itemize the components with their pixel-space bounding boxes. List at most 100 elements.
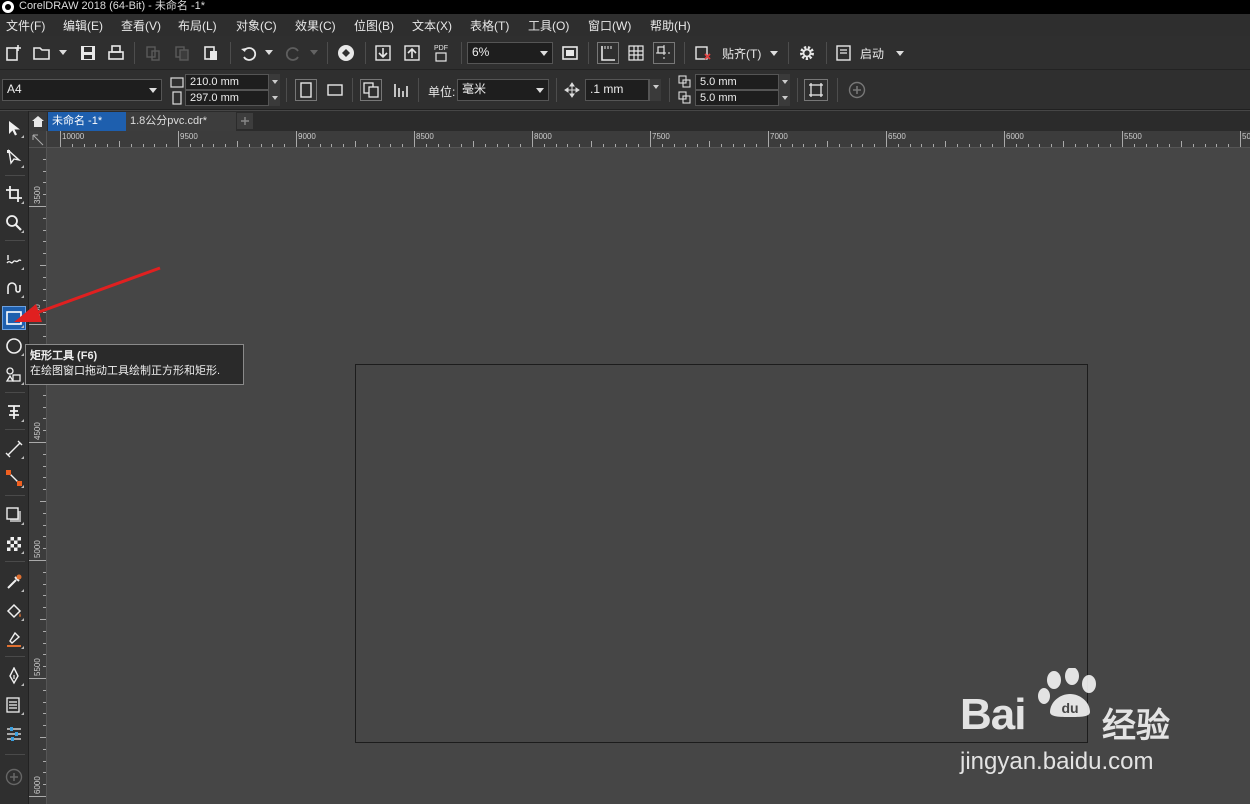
- portrait-button[interactable]: [295, 79, 317, 101]
- search-content-button[interactable]: [336, 43, 356, 63]
- cut-button[interactable]: [143, 43, 163, 63]
- adjustments-button[interactable]: [3, 723, 25, 745]
- outline-pen-tool-button[interactable]: [3, 665, 25, 687]
- redo-dropdown-chevron-down-icon[interactable]: [310, 50, 318, 55]
- interactive-fill-tool-button[interactable]: [3, 600, 25, 622]
- snap-to-button[interactable]: 贴齐(T): [722, 45, 761, 62]
- save-button[interactable]: [78, 43, 98, 63]
- color-styles-button[interactable]: [3, 694, 25, 716]
- copy-button[interactable]: [172, 43, 192, 63]
- menu-view[interactable]: 查看(V): [121, 17, 161, 34]
- ruler-minor-tick: [43, 217, 46, 219]
- drop-shadow-tool-button[interactable]: [3, 504, 25, 526]
- tab-untitled-1[interactable]: 未命名 -1*: [48, 112, 126, 131]
- launch-button[interactable]: [835, 43, 853, 63]
- parallel-dimension-tool-button[interactable]: [3, 438, 25, 460]
- current-page-button[interactable]: [390, 79, 412, 101]
- ruler-minor-tick: [933, 144, 935, 147]
- menu-layout[interactable]: 布局(L): [178, 17, 217, 34]
- shape-tool-button[interactable]: [3, 147, 25, 169]
- ruler-minor-tick: [744, 144, 746, 147]
- zoom-dropdown-chevron-down-icon[interactable]: [540, 51, 548, 56]
- ruler-minor-tick: [284, 144, 286, 147]
- page-size-chevron-down-icon[interactable]: [149, 88, 157, 93]
- menu-tools[interactable]: 工具(O): [528, 17, 569, 34]
- menu-object[interactable]: 对象(C): [236, 17, 277, 34]
- open-dropdown-chevron-down-icon[interactable]: [59, 50, 67, 55]
- open-button[interactable]: [32, 43, 52, 63]
- print-button[interactable]: [106, 43, 126, 63]
- zoom-tool-button[interactable]: [3, 212, 25, 234]
- paste-button[interactable]: [201, 43, 221, 63]
- tab-pvc-file[interactable]: 1.8公分pvc.cdr*: [126, 112, 236, 131]
- units-label: 单位:: [428, 85, 456, 99]
- all-pages-button[interactable]: [360, 79, 382, 101]
- units-chevron-down-icon[interactable]: [536, 88, 544, 93]
- connector-tool-button[interactable]: [3, 467, 25, 489]
- welcome-screen-tab[interactable]: [29, 112, 47, 131]
- quick-customize-toolbox-button[interactable]: [3, 766, 25, 788]
- landscape-button[interactable]: [324, 79, 346, 101]
- import-button[interactable]: [373, 43, 393, 63]
- ruler-minor-tick: [225, 144, 227, 147]
- toolbar-divider: [788, 42, 789, 64]
- duplicate-y-stepper[interactable]: [778, 90, 790, 106]
- crop-tool-button[interactable]: [3, 183, 25, 205]
- text-tool-button[interactable]: [3, 401, 25, 423]
- snap-dropdown-chevron-down-icon[interactable]: [770, 51, 778, 56]
- menu-edit[interactable]: 编辑(E): [63, 17, 103, 34]
- menu-help[interactable]: 帮助(H): [650, 17, 691, 34]
- ruler-origin-corner[interactable]: [29, 131, 47, 148]
- menu-text[interactable]: 文本(X): [412, 17, 452, 34]
- page-height-stepper[interactable]: [268, 90, 280, 106]
- publish-pdf-button[interactable]: PDF: [430, 42, 452, 64]
- polygon-tool-button[interactable]: [3, 364, 25, 386]
- undo-button[interactable]: [239, 43, 259, 63]
- snap-off-button[interactable]: [693, 43, 713, 63]
- duplicate-x-stepper[interactable]: [778, 74, 790, 90]
- page-size-select[interactable]: A4: [2, 79, 162, 101]
- menu-window[interactable]: 窗口(W): [588, 17, 631, 34]
- quick-customize-button[interactable]: [847, 80, 867, 100]
- menu-file[interactable]: 文件(F): [6, 17, 45, 34]
- page-width-input[interactable]: 210.0 mm: [185, 74, 269, 90]
- ruler-minor-tick: [1228, 144, 1230, 147]
- launch-dropdown-chevron-down-icon[interactable]: [896, 51, 904, 56]
- redo-button[interactable]: [283, 43, 303, 63]
- full-screen-preview-button[interactable]: [560, 43, 580, 63]
- export-button[interactable]: [402, 43, 422, 63]
- duplicate-y-input[interactable]: 5.0 mm: [695, 90, 779, 106]
- page-width-stepper[interactable]: [268, 74, 280, 90]
- horizontal-ruler[interactable]: 10000 9500 9000 8500 8000 7500 7000 6500 6000 550…: [47, 131, 1250, 148]
- ruler-minor-tick: [43, 666, 46, 668]
- baidu-jingyan-watermark: du Bai 经验 jingyan.baidu.com: [958, 668, 1188, 778]
- new-document-button[interactable]: [4, 43, 24, 63]
- transparency-tool-button[interactable]: [3, 533, 25, 555]
- nudge-distance-stepper[interactable]: [649, 79, 661, 101]
- options-button[interactable]: [797, 43, 817, 63]
- ruler-minor-tick: [1204, 144, 1206, 147]
- new-tab-button[interactable]: [237, 113, 253, 129]
- smart-fill-tool-button[interactable]: [3, 628, 25, 650]
- nudge-distance-input[interactable]: .1 mm: [585, 79, 649, 101]
- page-height-input[interactable]: 297.0 mm: [185, 90, 269, 106]
- ruler-minor-tick: [897, 144, 899, 147]
- menu-bitmap[interactable]: 位图(B): [354, 17, 394, 34]
- show-guidelines-button[interactable]: [653, 42, 675, 64]
- duplicate-x-input[interactable]: 5.0 mm: [695, 74, 779, 90]
- show-rulers-button[interactable]: [597, 42, 619, 64]
- menu-effects[interactable]: 效果(C): [295, 17, 336, 34]
- window-title: CorelDRAW 2018 (64-Bit) - 未命名 -1*: [19, 0, 206, 12]
- vertical-ruler[interactable]: 350040004500500055006000: [29, 148, 47, 804]
- undo-dropdown-chevron-down-icon[interactable]: [265, 50, 273, 55]
- launch-label[interactable]: 启动: [860, 45, 884, 62]
- print-icon: [108, 45, 124, 60]
- menu-table[interactable]: 表格(T): [470, 17, 509, 34]
- ellipse-tool-button[interactable]: [3, 335, 25, 357]
- ruler-minor-tick: [43, 512, 46, 514]
- show-grid-button[interactable]: [626, 43, 646, 63]
- ruler-minor-tick: [555, 144, 557, 147]
- eyedropper-tool-button[interactable]: [3, 571, 25, 593]
- treat-as-filled-button[interactable]: [804, 79, 828, 101]
- pick-tool-button[interactable]: [3, 117, 25, 139]
